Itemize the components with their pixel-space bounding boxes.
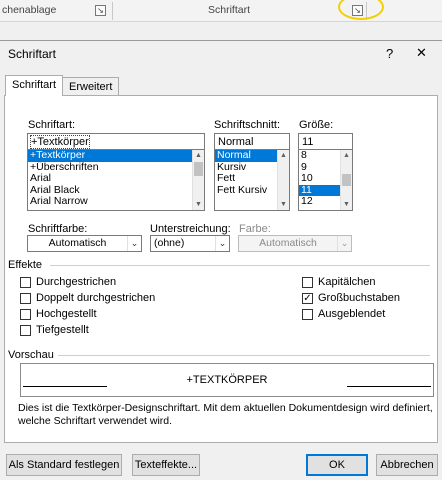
- preview-divider: [58, 355, 430, 356]
- font-label: Schriftart:: [28, 119, 76, 131]
- close-icon[interactable]: ✕: [416, 45, 427, 61]
- font-list-item[interactable]: +Textkörper: [28, 150, 204, 162]
- chevron-down-icon: ⌄: [215, 236, 229, 251]
- size-list-scrollbar[interactable]: ▲ ▼: [340, 150, 352, 210]
- style-list-item[interactable]: Normal: [215, 150, 277, 162]
- all-caps-label[interactable]: Großbuchstaben: [318, 292, 400, 304]
- set-default-button[interactable]: Als Standard festlegen: [6, 454, 122, 476]
- font-list[interactable]: +Textkörper +Überschriften Arial Arial B…: [27, 149, 205, 211]
- ribbon-group-font-label: Schriftart: [208, 4, 251, 16]
- scroll-up-icon[interactable]: ▲: [341, 150, 352, 161]
- double-strikethrough-label[interactable]: Doppelt durchgestrichen: [36, 292, 155, 304]
- style-list-scrollbar[interactable]: ▲ ▼: [277, 150, 289, 210]
- strikethrough-checkbox[interactable]: [20, 277, 31, 288]
- font-color-label: Schriftfarbe:: [28, 223, 88, 235]
- underline-value: (ohne): [154, 237, 185, 249]
- superscript-label[interactable]: Hochgestellt: [36, 308, 97, 320]
- dialog-title: Schriftart: [8, 47, 57, 61]
- font-list-item[interactable]: Arial: [28, 173, 204, 185]
- hidden-checkbox[interactable]: [302, 309, 313, 320]
- small-caps-checkbox[interactable]: [302, 277, 313, 288]
- font-list-item[interactable]: Arial Black: [28, 185, 204, 197]
- small-caps-label[interactable]: Kapitälchen: [318, 276, 376, 288]
- font-color-value: Automatisch: [48, 237, 107, 249]
- size-label: Größe:: [299, 119, 334, 131]
- font-list-item[interactable]: Arial Narrow: [28, 196, 204, 208]
- color-select: Automatisch ⌄: [238, 235, 352, 252]
- tab-erweitert[interactable]: Erweitert: [62, 77, 120, 97]
- scroll-up-icon[interactable]: ▲: [278, 150, 289, 161]
- underline-select[interactable]: (ohne) ⌄: [150, 235, 230, 252]
- scroll-down-icon[interactable]: ▼: [278, 199, 289, 210]
- preview-baseline-left: [23, 386, 107, 387]
- all-caps-checkbox[interactable]: ✓: [302, 293, 313, 304]
- subscript-checkbox[interactable]: [20, 325, 31, 336]
- ribbon-group-clipboard-label: chenablage: [2, 4, 57, 16]
- font-input-value: +Textkörper: [30, 135, 90, 149]
- style-label: Schriftschnitt:: [214, 119, 281, 131]
- size-list[interactable]: 8 9 10 11 12 ▲ ▼: [298, 149, 353, 211]
- scroll-down-icon[interactable]: ▼: [193, 199, 204, 210]
- chevron-down-icon: ⌄: [337, 236, 351, 251]
- scroll-thumb[interactable]: [194, 162, 203, 176]
- hidden-label[interactable]: Ausgeblendet: [318, 308, 385, 320]
- subscript-label[interactable]: Tiefgestellt: [36, 324, 89, 336]
- superscript-checkbox[interactable]: [20, 309, 31, 320]
- text-effects-button[interactable]: Texteffekte...: [132, 454, 200, 476]
- scroll-down-icon[interactable]: ▼: [341, 199, 352, 210]
- tab-schriftart[interactable]: Schriftart: [5, 75, 64, 96]
- help-button[interactable]: ?: [386, 46, 393, 61]
- color-value: Automatisch: [259, 237, 317, 249]
- color-label: Farbe:: [239, 223, 271, 235]
- clipboard-launcher-icon[interactable]: ↘: [95, 5, 106, 16]
- preview-description: Dies ist die Textkörper-Designschriftart…: [18, 402, 433, 427]
- underline-label: Unterstreichung:: [150, 223, 231, 235]
- ok-button[interactable]: OK: [306, 454, 368, 476]
- preview-label: Vorschau: [8, 349, 54, 361]
- preview-baseline-right: [347, 386, 431, 387]
- effects-label: Effekte: [8, 259, 43, 271]
- preview-text: +TEXTKÖRPER: [186, 374, 268, 386]
- double-strikethrough-checkbox[interactable]: [20, 293, 31, 304]
- font-color-select[interactable]: Automatisch ⌄: [27, 235, 142, 252]
- size-list-item[interactable]: 11: [299, 184, 340, 196]
- font-dialog: Schriftart ? ✕ Schriftart Erweitert Schr…: [0, 40, 442, 480]
- effects-divider: [50, 265, 430, 266]
- style-input[interactable]: Normal: [214, 133, 290, 150]
- cancel-button[interactable]: Abbrechen: [376, 454, 438, 476]
- scroll-up-icon[interactable]: ▲: [193, 150, 204, 161]
- font-list-scrollbar[interactable]: ▲ ▼: [192, 150, 204, 210]
- font-list-item[interactable]: +Überschriften: [28, 162, 204, 174]
- size-input[interactable]: 11: [298, 133, 353, 150]
- scroll-thumb[interactable]: [342, 174, 351, 186]
- preview-box: +TEXTKÖRPER: [20, 363, 434, 397]
- style-list[interactable]: Normal Kursiv Fett Fett Kursiv ▲ ▼: [214, 149, 290, 211]
- chevron-down-icon: ⌄: [127, 236, 141, 251]
- ribbon-separator: [112, 2, 113, 20]
- strikethrough-label[interactable]: Durchgestrichen: [36, 276, 116, 288]
- font-input[interactable]: +Textkörper: [27, 133, 205, 150]
